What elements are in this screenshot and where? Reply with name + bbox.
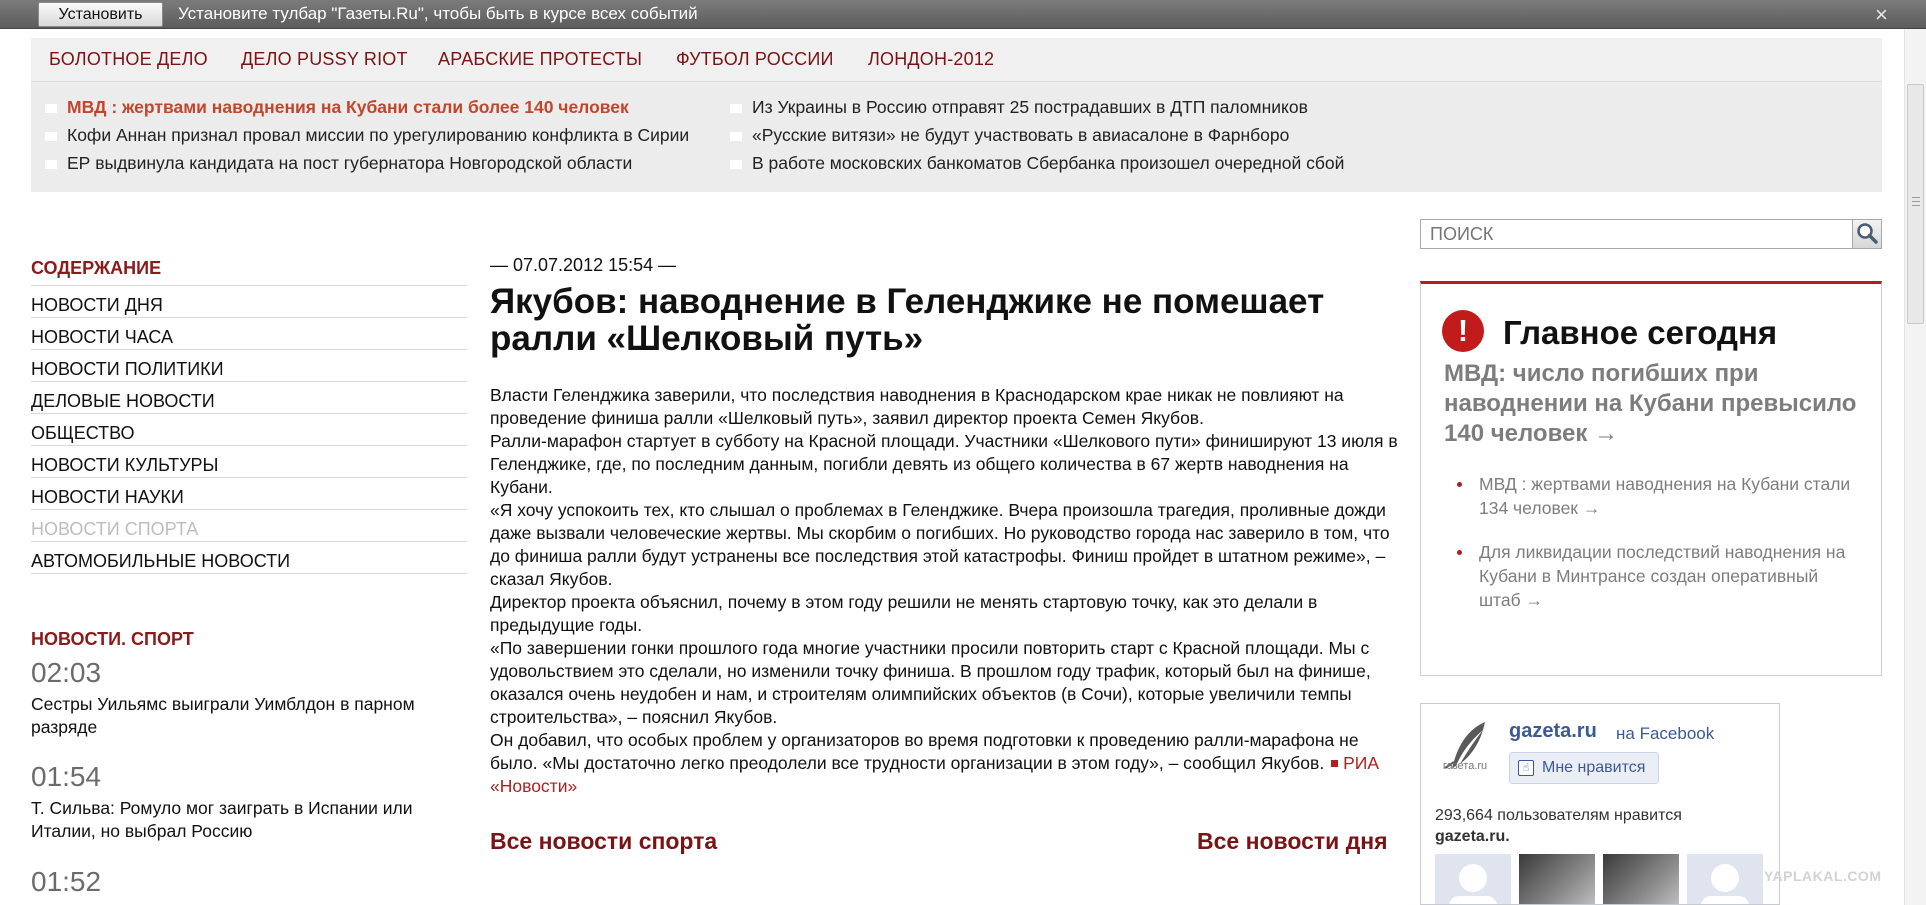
scrollbar-grip xyxy=(1912,205,1920,206)
main-today-block: ! Главное сегодня МВД: число погибших пр… xyxy=(1420,281,1882,676)
menu-item-society[interactable]: ОБЩЕСТВО xyxy=(31,414,467,446)
gazeta-logo-text: газета.ru xyxy=(1442,760,1488,772)
facebook-on-label: на Facebook xyxy=(1616,724,1715,743)
sport-news-link[interactable]: Т. Сильва: Ромуло мог заиграть в Испании… xyxy=(31,797,451,843)
topnav-link-football[interactable]: ФУТБОЛ РОССИИ xyxy=(676,49,834,70)
article-paragraph: «По завершении гонки прошлого года многи… xyxy=(490,638,1371,727)
search-box xyxy=(1420,219,1854,249)
news-time: 02:03 xyxy=(31,657,102,688)
article-dateline: — 07.07.2012 15:54 — xyxy=(490,255,677,275)
scrollbar-thumb[interactable] xyxy=(1907,84,1924,324)
install-button[interactable]: Установить xyxy=(38,2,163,27)
exclamation-icon: ! xyxy=(1442,310,1484,352)
bullet-icon xyxy=(45,131,57,141)
menu-item-politics[interactable]: НОВОСТИ ПОЛИТИКИ xyxy=(31,350,467,382)
main-today-title: Главное сегодня xyxy=(1503,314,1778,351)
menu-item-culture[interactable]: НОВОСТИ КУЛЬТУРЫ xyxy=(31,446,467,478)
bullet-icon xyxy=(730,159,742,169)
bullet-icon xyxy=(1457,482,1462,487)
bullet-icon xyxy=(45,103,57,113)
main-today-item[interactable]: Для ликвидации последствий наводнения на… xyxy=(1457,540,1857,612)
main-today-list: МВД : жертвами наводнения на Кубани стал… xyxy=(1457,472,1857,632)
article-body: Власти Геленджика заверили, что последст… xyxy=(490,384,1402,798)
search-input[interactable] xyxy=(1422,221,1852,247)
bullet-icon xyxy=(45,159,57,169)
article-paragraph-last: Он добавил, что особых проблем у организ… xyxy=(490,730,1380,796)
bullet-icon xyxy=(730,131,742,141)
contents-title: СОДЕРЖАНИЕ xyxy=(31,258,162,278)
top-navigation: БОЛОТНОЕ ДЕЛО ДЕЛО PUSSY RIOT АРАБСКИЕ П… xyxy=(31,38,1882,82)
headline-link[interactable]: ЕР выдвинула кандидата на пост губернато… xyxy=(45,153,632,174)
quill-logo-icon xyxy=(1444,722,1485,769)
news-time: 01:52 xyxy=(31,866,102,897)
facebook-widget: газета.ru gazeta.ru на Facebook ☝ Мне нр… xyxy=(1420,703,1780,905)
menu-item-sport-active: НОВОСТИ СПОРТА xyxy=(31,510,467,542)
toolbar-install-bar: Установить Установите тулбар "Газеты.Ru"… xyxy=(0,0,1926,29)
main-today-lead-link[interactable]: МВД: число погибших при наводнении на Ку… xyxy=(1444,359,1864,449)
watermark: YAPLAKAL.COM xyxy=(1764,868,1882,884)
scrollbar-grip xyxy=(1912,197,1920,198)
avatar-placeholder-icon xyxy=(1449,864,1497,904)
main-today-item[interactable]: МВД : жертвами наводнения на Кубани стал… xyxy=(1457,472,1857,520)
contents-menu: НОВОСТИ ДНЯ НОВОСТИ ЧАСА НОВОСТИ ПОЛИТИК… xyxy=(31,285,467,574)
facebook-fan-avatar[interactable] xyxy=(1435,854,1511,904)
search-button[interactable] xyxy=(1852,219,1882,249)
source-bullet-icon xyxy=(1331,759,1339,767)
facebook-page-link[interactable]: gazeta.ru xyxy=(1509,720,1597,743)
facebook-fan-avatar[interactable] xyxy=(1603,854,1679,904)
article-paragraph: «Я хочу успокоить тех, кто слышал о проб… xyxy=(490,500,1390,589)
menu-item-hour-news[interactable]: НОВОСТИ ЧАСА xyxy=(31,318,467,350)
headline-link[interactable]: Кофи Аннан признал провал миссии по урег… xyxy=(45,125,689,146)
topnav-link-arab-protests[interactable]: АРАБСКИЕ ПРОТЕСТЫ xyxy=(438,49,642,70)
news-time: 01:54 xyxy=(31,761,102,792)
article-paragraph: Власти Геленджика заверили, что последст… xyxy=(490,385,1344,428)
bullet-icon xyxy=(730,103,742,113)
article-paragraph: Ралли-марафон стартует в субботу на Крас… xyxy=(490,431,1398,497)
menu-item-day-news[interactable]: НОВОСТИ ДНЯ xyxy=(31,286,467,318)
bullet-icon xyxy=(1457,550,1462,555)
facebook-fan-avatar[interactable] xyxy=(1519,854,1595,904)
thumbs-up-icon: ☝ xyxy=(1518,760,1534,776)
headline-link[interactable]: МВД : жертвами наводнения на Кубани стал… xyxy=(45,97,629,118)
topnav-link-pussy-riot[interactable]: ДЕЛО PUSSY RIOT xyxy=(241,49,408,70)
search-icon xyxy=(1857,223,1878,244)
facebook-like-count: 293,664 пользователям нравится xyxy=(1435,807,1682,824)
headlines-panel: МВД : жертвами наводнения на Кубани стал… xyxy=(31,82,1882,192)
facebook-like-button[interactable]: ☝ Мне нравится xyxy=(1509,752,1659,784)
scrollbar-grip xyxy=(1912,201,1920,202)
menu-item-auto[interactable]: АВТОМОБИЛЬНЫЕ НОВОСТИ xyxy=(31,542,467,574)
all-day-news-link[interactable]: Все новости дня xyxy=(1197,828,1388,855)
menu-item-business[interactable]: ДЕЛОВЫЕ НОВОСТИ xyxy=(31,382,467,414)
topnav-link-london-2012[interactable]: ЛОНДОН-2012 xyxy=(868,49,994,70)
page-scrollbar[interactable] xyxy=(1904,29,1926,905)
close-icon[interactable]: × xyxy=(1875,2,1888,28)
headline-link[interactable]: «Русские витязи» не будут участвовать в … xyxy=(730,125,1289,146)
avatar-placeholder-icon xyxy=(1701,864,1749,904)
sport-news-link[interactable]: Сестры Уильямс выиграли Уимблдон в парно… xyxy=(31,693,451,739)
topnav-link-bolotnoe[interactable]: БОЛОТНОЕ ДЕЛО xyxy=(49,49,208,70)
sport-news-title: НОВОСТИ. СПОРТ xyxy=(31,629,194,649)
headline-link[interactable]: Из Украины в Россию отправят 25 пострада… xyxy=(730,97,1308,118)
all-sport-news-link[interactable]: Все новости спорта xyxy=(490,828,717,855)
menu-item-science[interactable]: НОВОСТИ НАУКИ xyxy=(31,478,467,510)
headline-link[interactable]: В работе московских банкоматов Сбербанка… xyxy=(730,153,1344,174)
article-title: Якубов: наводнение в Геленджике не помеш… xyxy=(490,282,1325,358)
article-paragraph: Директор проекта объяснил, почему в этом… xyxy=(490,592,1318,635)
install-bar-text: Установите тулбар "Газеты.Ru", чтобы быт… xyxy=(178,4,698,23)
facebook-fan-avatar[interactable] xyxy=(1687,854,1763,904)
facebook-site-name: gazeta.ru. xyxy=(1435,828,1510,845)
